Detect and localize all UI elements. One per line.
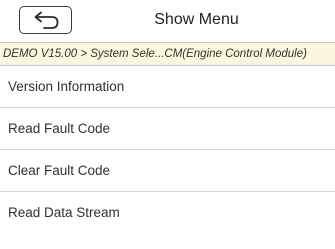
menu-item-clear-fault-code[interactable]: Clear Fault Code bbox=[0, 150, 335, 192]
menu-item-version-information[interactable]: Version Information bbox=[0, 66, 335, 108]
page-title: Show Menu bbox=[154, 11, 239, 28]
function-menu: Version Information Read Fault Code Clea… bbox=[0, 66, 335, 234]
title-bar: Show Menu bbox=[0, 0, 335, 42]
breadcrumb: DEMO V15.00 > System Sele...CM(Engine Co… bbox=[0, 42, 335, 66]
menu-item-read-fault-code[interactable]: Read Fault Code bbox=[0, 108, 335, 150]
back-button[interactable] bbox=[19, 6, 72, 34]
back-arrow-icon bbox=[34, 11, 59, 29]
app-window: Show Menu DEMO V15.00 > System Sele...CM… bbox=[0, 0, 335, 249]
menu-item-read-data-stream[interactable]: Read Data Stream bbox=[0, 192, 335, 234]
